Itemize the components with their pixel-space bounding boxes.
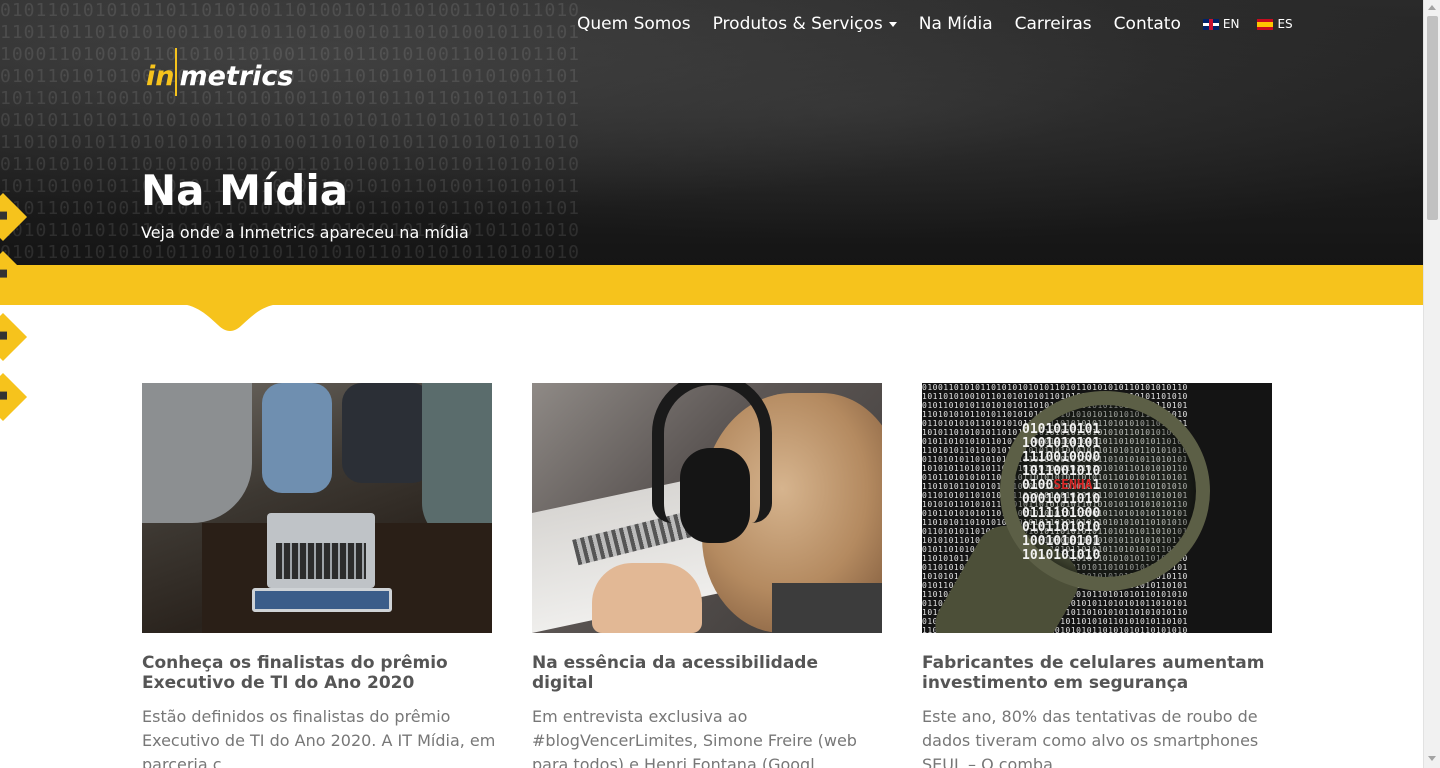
page-scrollbar[interactable]: [1423, 0, 1440, 768]
page-subtitle: Veja onde a Inmetrics apareceu na mídia: [141, 223, 469, 242]
nav-produtos-label: Produtos & Serviços: [712, 14, 883, 34]
page-title: Na Mídia: [141, 166, 349, 215]
nav-carreiras[interactable]: Carreiras: [1015, 14, 1092, 34]
lang-es-label: ES: [1277, 17, 1293, 31]
main-nav: Quem Somos Produtos & Serviços Na Mídia …: [577, 12, 1311, 36]
news-card: Conheça os finalistas do prêmio Executiv…: [142, 383, 495, 768]
nav-quem-somos[interactable]: Quem Somos: [577, 14, 691, 34]
social-tab-3[interactable]: [0, 312, 28, 362]
news-card: 0100110101011010101010101101011010101011…: [922, 383, 1272, 768]
hero-banner: 0101101010101101101010011010010110101001…: [0, 0, 1423, 265]
card-title[interactable]: Na essência da acessibilidade digital: [532, 653, 882, 693]
senha-word: SENHA: [1053, 478, 1093, 493]
uk-flag-icon: [1202, 18, 1219, 30]
social-icon: [0, 331, 8, 340]
scroll-thumb[interactable]: [1427, 16, 1438, 220]
lang-es-link[interactable]: ES: [1257, 17, 1293, 31]
social-icon: [0, 391, 8, 400]
card-image-headphones[interactable]: [532, 383, 882, 633]
lang-en-label: EN: [1222, 17, 1240, 31]
nav-na-midia[interactable]: Na Mídia: [919, 14, 993, 34]
card-excerpt: Estão definidos os finalistas do prêmio …: [142, 707, 496, 768]
card-image-laptop-team[interactable]: [142, 383, 492, 633]
nav-produtos-servicos[interactable]: Produtos & Serviços: [713, 14, 897, 34]
card-image-magnifier-binary[interactable]: 0100110101011010101010101101011010101011…: [922, 383, 1272, 633]
social-icon: [0, 269, 8, 278]
inmetrics-logo[interactable]: in metrics: [146, 42, 294, 96]
news-card: Na essência da acessibilidade digital Em…: [532, 383, 882, 768]
social-tab-4[interactable]: [0, 372, 28, 422]
card-title[interactable]: Conheça os finalistas do prêmio Executiv…: [142, 653, 492, 693]
scroll-down-arrow-icon[interactable]: [1428, 756, 1436, 761]
caret-down-icon: [888, 21, 897, 27]
nav-contato[interactable]: Contato: [1114, 14, 1181, 34]
logo-metrics-text: metrics: [179, 61, 294, 92]
spain-flag-icon: [1257, 18, 1274, 30]
band-notch-shape: [170, 303, 290, 331]
logo-divider: [175, 48, 178, 96]
logo-in-text: in: [146, 61, 175, 92]
card-excerpt: Em entrevista exclusiva ao #blogVencerLi…: [532, 707, 857, 768]
lang-en-link[interactable]: EN: [1202, 17, 1240, 31]
yellow-band: [0, 265, 1423, 305]
card-title[interactable]: Fabricantes de celulares aumentam invest…: [922, 653, 1272, 693]
social-icon: [0, 211, 8, 220]
card-excerpt: Este ano, 80% das tentativas de roubo de…: [922, 707, 1259, 768]
scroll-up-arrow-icon[interactable]: [1428, 5, 1436, 10]
